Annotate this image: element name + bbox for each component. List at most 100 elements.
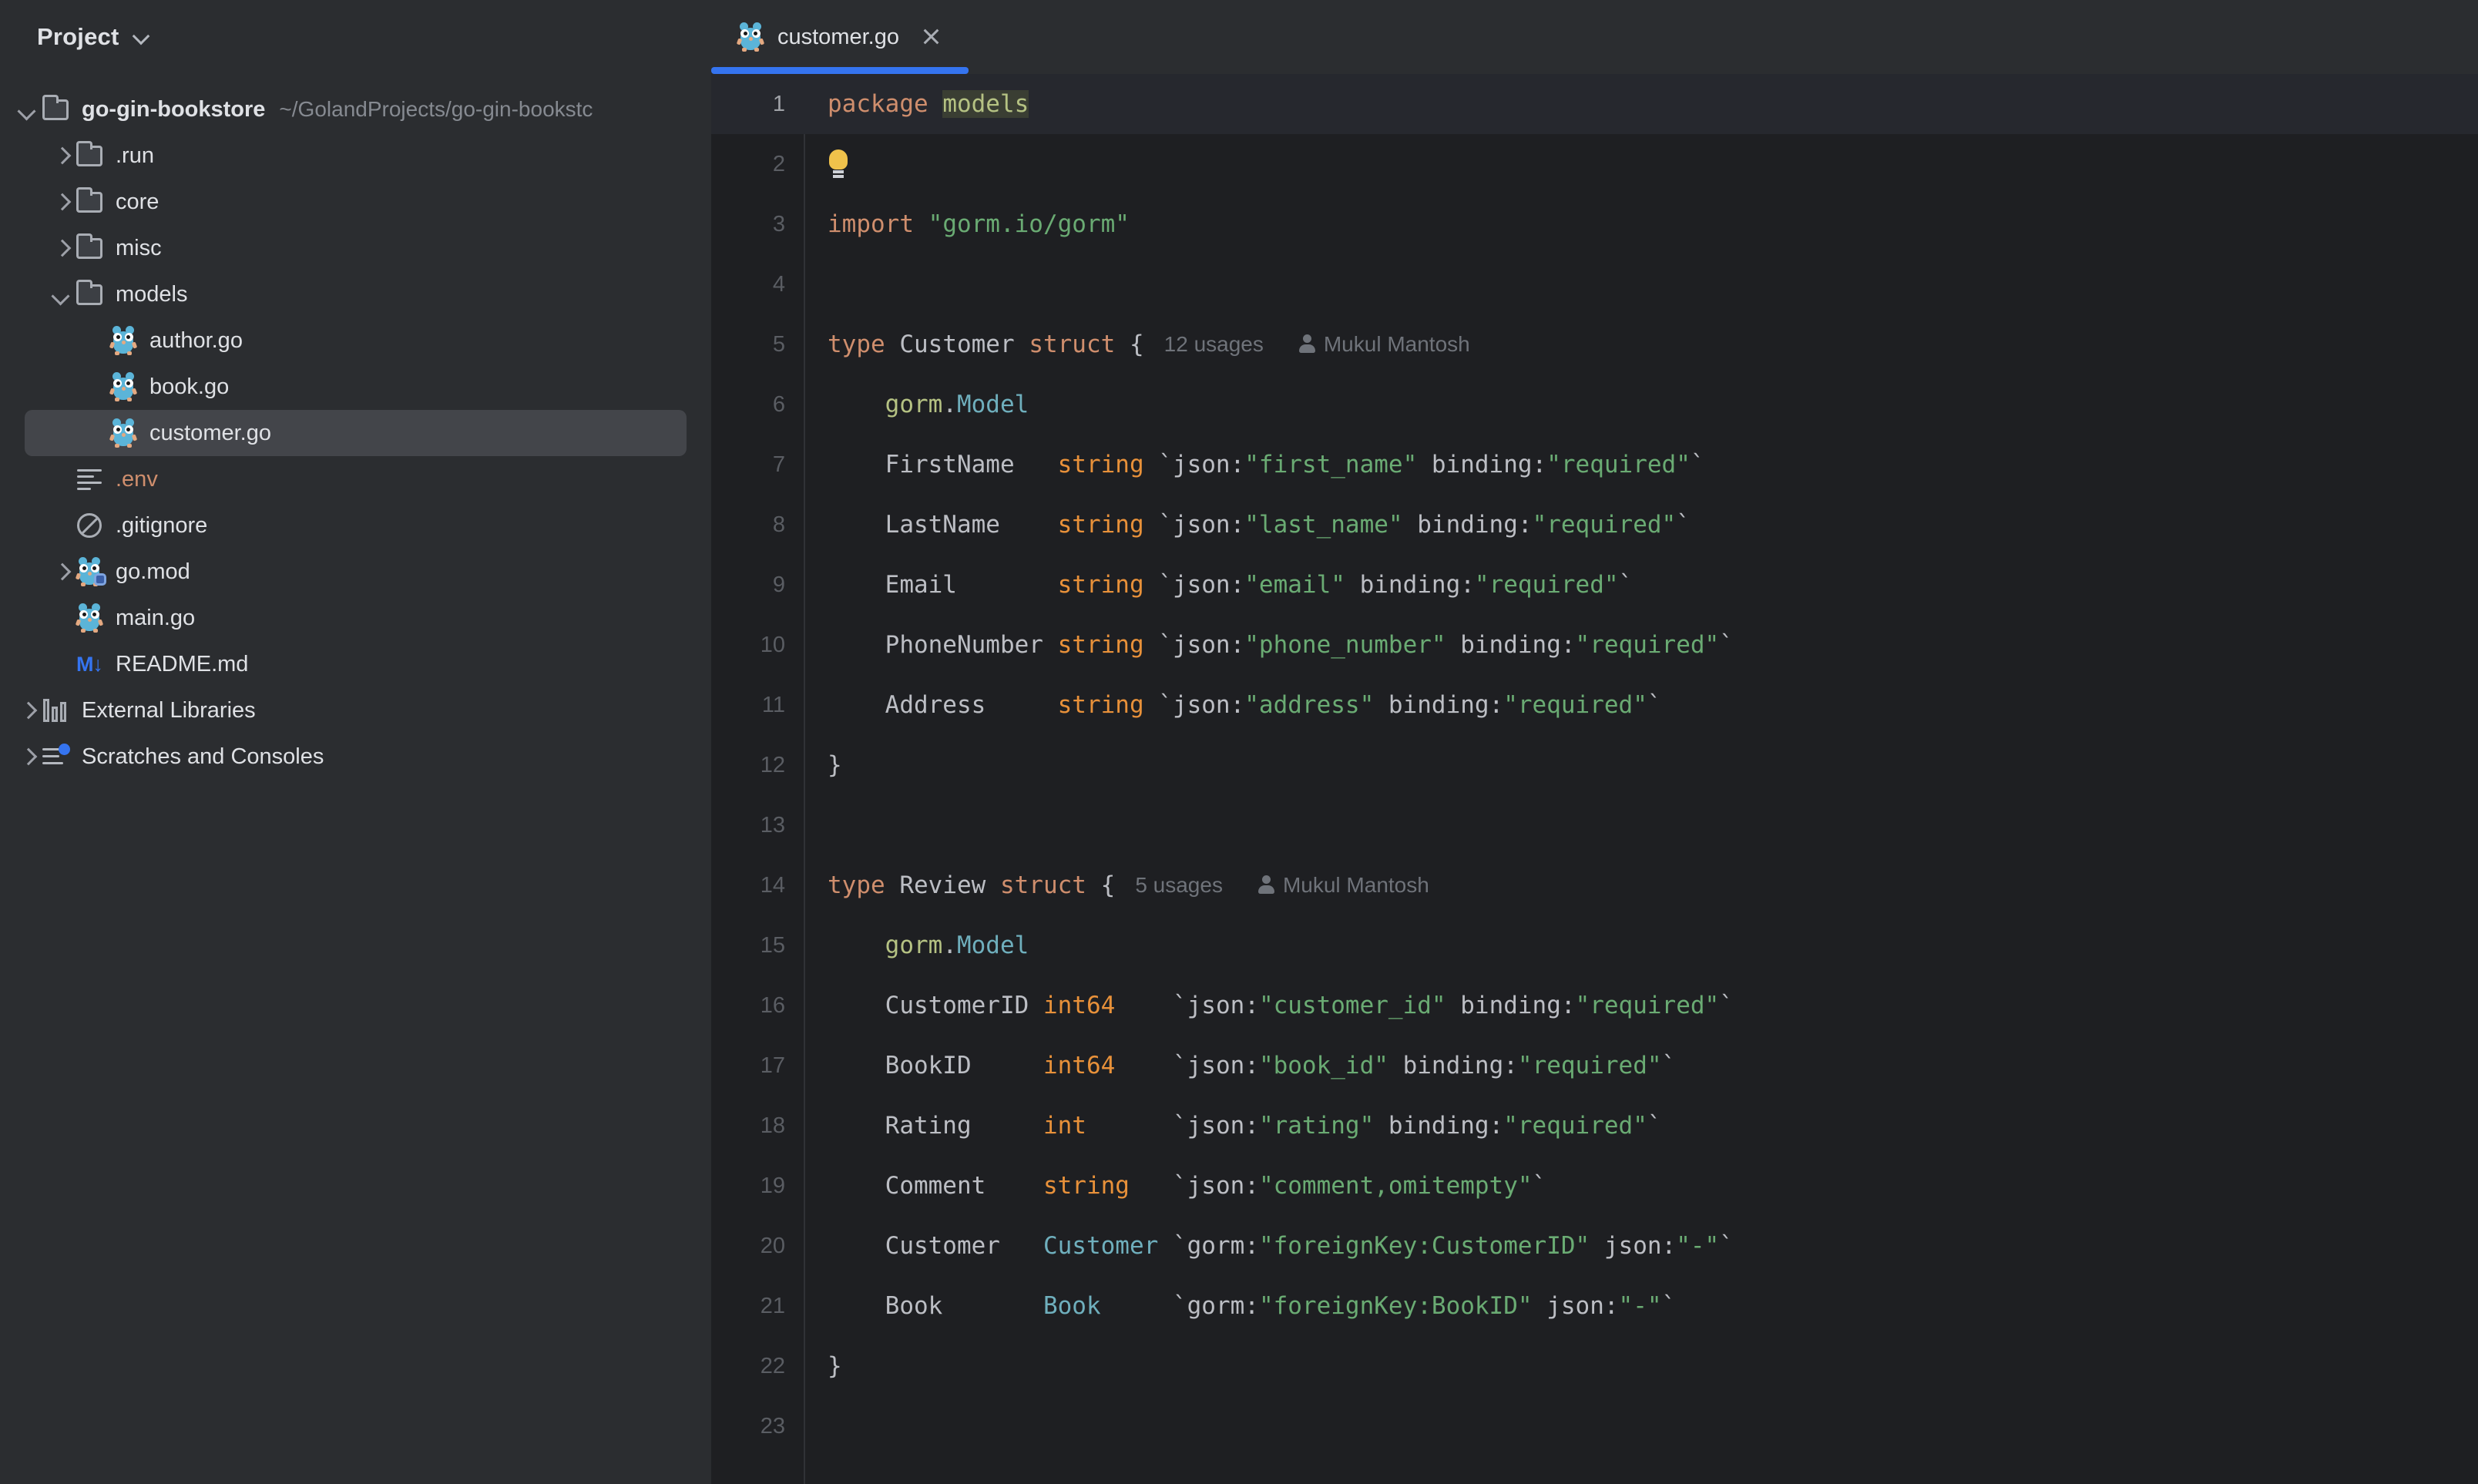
env-file-icon <box>77 469 102 489</box>
code-token: `json: <box>1158 691 1244 719</box>
code-line[interactable]: 10 PhoneNumber string `json:"phone_numbe… <box>711 615 2478 675</box>
code-line[interactable]: 19 Comment string `json:"comment,omitemp… <box>711 1156 2478 1216</box>
chevron-right-icon[interactable] <box>14 744 40 770</box>
tree-item-label: go.mod <box>116 559 190 585</box>
code-token: int64 <box>1043 1052 1173 1079</box>
code-line[interactable]: 14type Review struct {5 usagesMukul Mant… <box>711 855 2478 915</box>
code-token <box>828 932 885 959</box>
code-line[interactable]: 4 <box>711 254 2478 314</box>
tree-item-scratches-and-consoles[interactable]: Scratches and Consoles <box>0 734 711 780</box>
person-icon <box>1257 875 1275 895</box>
code-token: string <box>1058 631 1159 659</box>
code-line[interactable]: 1package models <box>711 74 2478 134</box>
sidebar-title: Project <box>37 23 119 51</box>
code-line[interactable]: 17 BookID int64 `json:"book_id" binding:… <box>711 1036 2478 1096</box>
line-number: 17 <box>711 1053 804 1079</box>
code-token: Review <box>899 871 1000 899</box>
code-token: "required" <box>1475 571 1619 599</box>
tab-customer-go[interactable]: customer.go <box>711 0 969 74</box>
code-line[interactable]: 20 Customer Customer `gorm:"foreignKey:C… <box>711 1216 2478 1276</box>
code-token: string <box>1058 511 1159 539</box>
tree-item-author-go[interactable]: author.go <box>0 317 711 364</box>
tree-item-env[interactable]: .env <box>0 456 711 502</box>
code-token: ` <box>1533 1172 1547 1200</box>
code-line[interactable]: 16 CustomerID int64 `json:"customer_id" … <box>711 975 2478 1036</box>
code-line[interactable]: 2 <box>711 134 2478 194</box>
chevron-right-icon[interactable] <box>14 697 40 724</box>
tree-item-misc[interactable]: misc <box>0 225 711 271</box>
code-token: BookID <box>828 1052 1043 1079</box>
chevron-down-icon[interactable] <box>133 29 150 45</box>
line-number: 4 <box>711 272 804 297</box>
code-line[interactable]: 15 gorm.Model <box>711 915 2478 975</box>
author-inlay-hint[interactable]: Mukul Mantosh <box>1298 332 1470 357</box>
tree-item-readme-md[interactable]: M↓README.md <box>0 641 711 687</box>
code-line[interactable]: 21 Book Book `gorm:"foreignKey:BookID" j… <box>711 1276 2478 1336</box>
code-line[interactable]: 22} <box>711 1336 2478 1396</box>
code-token: int <box>1043 1112 1173 1140</box>
tree-item-run[interactable]: .run <box>0 133 711 179</box>
code-line[interactable]: 12} <box>711 735 2478 795</box>
author-inlay-hint[interactable]: Mukul Mantosh <box>1257 873 1429 898</box>
tree-item-customer-go[interactable]: customer.go <box>25 410 687 456</box>
code-lines: 1package models23import "gorm.io/gorm" 4 5… <box>711 74 2478 1456</box>
sidebar-header[interactable]: Project <box>0 0 711 74</box>
code-line[interactable]: 5type Customer struct {12 usagesMukul Ma… <box>711 314 2478 374</box>
tree-item-gitignore[interactable]: .gitignore <box>0 502 711 549</box>
tree-item-models[interactable]: models <box>0 271 711 317</box>
tree-item-external-libraries[interactable]: External Libraries <box>0 687 711 734</box>
code-token: "rating" <box>1259 1112 1374 1140</box>
tree-item-label: models <box>116 282 188 307</box>
tree-item-book-go[interactable]: book.go <box>0 364 711 410</box>
code-line[interactable]: 23 <box>711 1396 2478 1456</box>
chevron-right-icon[interactable] <box>48 235 74 261</box>
chevron-right-icon[interactable] <box>48 559 74 585</box>
code-token: `json: <box>1158 511 1244 539</box>
code-line[interactable]: 13 <box>711 795 2478 855</box>
code-line[interactable]: 9 Email string `json:"email" binding:"re… <box>711 555 2478 615</box>
tree-item-core[interactable]: core <box>0 179 711 225</box>
tree-item-label: core <box>116 190 159 215</box>
usages-inlay-hint[interactable]: 5 usages <box>1135 873 1223 898</box>
tree-item-main-go[interactable]: main.go <box>0 595 711 641</box>
code-token: string <box>1058 691 1159 719</box>
code-text: type Customer struct { <box>828 331 1144 358</box>
code-token: `gorm: <box>1173 1292 1259 1320</box>
code-token: LastName <box>828 511 1058 539</box>
tree-item-go-mod[interactable]: go.mod <box>0 549 711 595</box>
code-token: ` <box>1719 992 1734 1019</box>
chevron-down-icon[interactable] <box>14 96 40 123</box>
close-icon[interactable] <box>919 25 942 49</box>
code-token: } <box>828 751 842 779</box>
code-token: Comment <box>828 1172 1043 1200</box>
code-text: } <box>828 751 842 779</box>
code-token: "first_name" <box>1244 451 1417 478</box>
code-token <box>828 391 885 418</box>
line-number: 11 <box>711 693 804 718</box>
lightbulb-icon[interactable] <box>828 149 849 179</box>
code-token: "last_name" <box>1244 511 1402 539</box>
code-area[interactable]: 1package models23import "gorm.io/gorm" 4 5… <box>711 74 2478 1484</box>
code-line[interactable]: 11 Address string `json:"address" bindin… <box>711 675 2478 735</box>
code-text: Email string `json:"email" binding:"requ… <box>828 571 1633 599</box>
chevron-right-icon[interactable] <box>48 143 74 169</box>
tree-item-label: book.go <box>149 374 229 400</box>
line-number: 14 <box>711 873 804 898</box>
code-text: package models <box>828 90 1029 118</box>
code-line[interactable]: 3import "gorm.io/gorm" <box>711 194 2478 254</box>
project-tree: go-gin-bookstore~/GolandProjects/go-gin-… <box>0 74 711 780</box>
line-number: 20 <box>711 1234 804 1259</box>
tree-item-label: Scratches and Consoles <box>82 744 324 770</box>
code-line[interactable]: 6 gorm.Model <box>711 374 2478 435</box>
code-token: "required" <box>1533 511 1677 539</box>
code-line[interactable]: 8 LastName string `json:"last_name" bind… <box>711 495 2478 555</box>
code-line[interactable]: 7 FirstName string `json:"first_name" bi… <box>711 435 2478 495</box>
tree-spacer <box>48 651 74 677</box>
code-line[interactable]: 18 Rating int `json:"rating" binding:"re… <box>711 1096 2478 1156</box>
usages-inlay-hint[interactable]: 12 usages <box>1164 332 1264 357</box>
tree-item-go-gin-bookstore[interactable]: go-gin-bookstore~/GolandProjects/go-gin-… <box>0 86 711 133</box>
chevron-right-icon[interactable] <box>48 189 74 215</box>
chevron-down-icon[interactable] <box>48 281 74 307</box>
code-token: json: <box>1590 1232 1676 1260</box>
code-token: type <box>828 871 899 899</box>
